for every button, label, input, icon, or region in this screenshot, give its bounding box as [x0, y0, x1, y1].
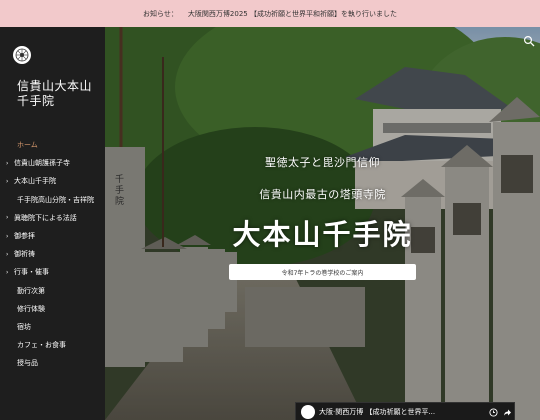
chevron-right-icon: › — [6, 250, 9, 258]
search-icon[interactable] — [523, 32, 535, 47]
nav-item-label: 大本山千手院 — [14, 177, 56, 186]
nav-item-label: 御祈祷 — [14, 250, 35, 259]
clock-icon[interactable] — [486, 407, 500, 417]
hero-tagline-2: 信貴山内最古の塔頭寺院 — [259, 188, 386, 201]
nav-item-cafe[interactable]: カフェ・お食事 — [0, 336, 105, 354]
nav-item-label: 御参拝 — [14, 232, 35, 241]
nav-item-gongyo[interactable]: 勤行次第 — [0, 282, 105, 300]
channel-logo-icon — [301, 405, 315, 419]
nav-item-events[interactable]: › 行事・催事 — [0, 263, 105, 281]
nav-item-label: 授与品 — [17, 359, 38, 368]
nav-item-label: ホーム — [17, 141, 38, 150]
nav-item-juyohin[interactable]: 授与品 — [0, 354, 105, 372]
nav-item-home[interactable]: ホーム — [0, 136, 105, 154]
nav-item-label: カフェ・お食事 — [17, 341, 66, 350]
video-title[interactable]: 大阪·関西万博 【成功祈願と世界平... — [319, 407, 486, 417]
nav-item-label: 千手院高山分院・吉祥院 — [17, 195, 94, 204]
chevron-right-icon: › — [6, 232, 9, 240]
main-nav: ホーム › 信貴山朝護孫子寺 › 大本山千手院 千手院高山分院・吉祥院 › 眞聴院下に… — [0, 136, 105, 372]
nav-item-houwa[interactable]: › 眞聴院下による法話 — [0, 209, 105, 227]
nav-item-label: 眞聴院下による法話 — [14, 213, 77, 222]
chevron-right-icon: › — [6, 268, 9, 276]
hero-tagline-1: 聖徳太子と毘沙門信仰 — [265, 156, 380, 169]
notice-bar[interactable]: お知らせ： 大阪関西万博2025 【成功祈願と世界平和祈願】を執り行いました — [0, 0, 540, 27]
nav-item-kichijoin[interactable]: 千手院高山分院・吉祥院 — [0, 191, 105, 209]
video-embed[interactable]: 大阪·関西万博 【成功祈願と世界平... — [295, 402, 515, 420]
chevron-right-icon: › — [6, 177, 9, 185]
nav-item-senjuin[interactable]: › 大本山千手院 — [0, 172, 105, 190]
nav-item-shugyo[interactable]: 修行体験 — [0, 300, 105, 318]
nav-item-label: 勤行次第 — [17, 286, 45, 295]
event-info-button[interactable]: 令和7年トラの巻学校のご案内 — [229, 264, 416, 280]
chevron-right-icon: › — [6, 214, 9, 222]
nav-item-label: 修行体験 — [17, 304, 45, 313]
nav-item-label: 行事・催事 — [14, 268, 49, 277]
sidebar: 信貴山大本山千手院 ホーム › 信貴山朝護孫子寺 › 大本山千手院 千手院高山分院・… — [0, 27, 105, 420]
notice-text[interactable]: 大阪関西万博2025 【成功祈願と世界平和祈願】を執り行いました — [188, 9, 397, 19]
nav-item-chogosonshiji[interactable]: › 信貴山朝護孫子寺 — [0, 154, 105, 172]
notice-label: お知らせ： — [143, 9, 178, 18]
nav-item-kitou[interactable]: › 御祈祷 — [0, 245, 105, 263]
hero: 千手院 聖徳太子と毘沙門信仰 信貴山内最古の塔頭寺院 大本山千手院 令和7年トラ… — [105, 27, 540, 420]
chevron-right-icon: › — [6, 159, 9, 167]
share-icon[interactable] — [500, 408, 514, 417]
nav-item-sanpai[interactable]: › 御参拝 — [0, 227, 105, 245]
nav-item-label: 宿坊 — [17, 322, 31, 331]
site-title[interactable]: 信貴山大本山千手院 — [17, 79, 103, 109]
temple-emblem-icon[interactable] — [13, 46, 31, 64]
nav-item-label: 信貴山朝護孫子寺 — [14, 159, 70, 168]
hero-title: 大本山千手院 — [232, 218, 413, 251]
nav-item-shukubo[interactable]: 宿坊 — [0, 318, 105, 336]
